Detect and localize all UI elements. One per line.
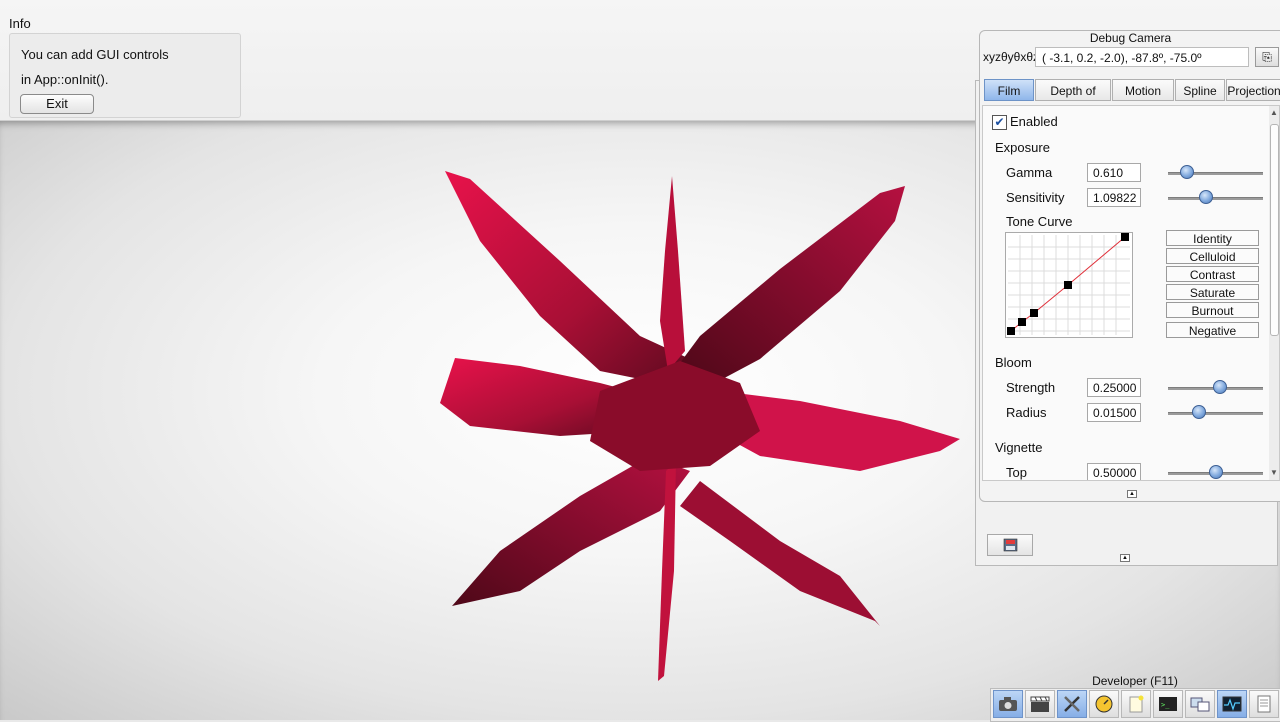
svg-text:>_: >_ bbox=[1161, 701, 1170, 709]
tab-projection[interactable]: Projection bbox=[1226, 79, 1280, 101]
tab-motion-blur[interactable]: Motion Blur bbox=[1112, 79, 1174, 120]
tab-depth-of-field[interactable]: Depth of Field bbox=[1035, 79, 1111, 120]
scene-button[interactable] bbox=[1025, 690, 1055, 718]
tone-curve-graph bbox=[1007, 233, 1130, 335]
camera-icon bbox=[999, 697, 1017, 711]
camera-button[interactable] bbox=[993, 690, 1023, 718]
preset-identity-button[interactable]: Identity bbox=[1166, 230, 1259, 246]
tools-button[interactable] bbox=[1057, 690, 1087, 718]
debug-camera-window: Debug Camera xyzθyθxθz ( -3.1, 0.2, -2.0… bbox=[979, 30, 1280, 502]
link-icon: ⎘ bbox=[1262, 50, 1272, 64]
strength-input[interactable]: 0.25000 bbox=[1087, 378, 1141, 397]
camera-link-button[interactable]: ⎘ bbox=[1255, 47, 1279, 67]
note-icon bbox=[1129, 695, 1144, 713]
sensitivity-input[interactable]: 1.09822 bbox=[1087, 188, 1141, 207]
tab-film[interactable]: Film bbox=[984, 79, 1034, 101]
preset-negative-button[interactable]: Negative bbox=[1166, 322, 1259, 338]
top-slider-thumb[interactable] bbox=[1208, 465, 1223, 479]
strength-slider-thumb[interactable] bbox=[1213, 380, 1228, 394]
gamma-label: Gamma bbox=[1006, 165, 1053, 180]
tools-icon bbox=[1064, 696, 1080, 712]
scroll-down-icon[interactable]: ▼ bbox=[1270, 468, 1278, 477]
top-input[interactable]: 0.50000 bbox=[1087, 463, 1141, 480]
debug-camera-title: Debug Camera bbox=[1089, 31, 1172, 45]
collapse-toggle-bottom[interactable]: ▲ bbox=[1120, 554, 1130, 562]
camera-tabs: Film Depth of Field Motion Blur Spline P… bbox=[984, 79, 1280, 120]
floppy-icon bbox=[1003, 538, 1018, 552]
scroll-up-icon[interactable]: ▲ bbox=[1270, 108, 1278, 117]
preset-contrast-button[interactable]: Contrast bbox=[1166, 266, 1259, 282]
sensitivity-slider-track[interactable] bbox=[1168, 197, 1263, 200]
exposure-heading: Exposure bbox=[995, 140, 1050, 155]
profiler-button[interactable] bbox=[1217, 690, 1247, 718]
film-panel: ✔ Enabled Exposure Gamma 0.610 Sensitivi… bbox=[982, 105, 1280, 481]
info-pane: You can add GUI controls in App::onInit(… bbox=[9, 33, 241, 118]
developer-title: Developer (F11) bbox=[1092, 674, 1178, 688]
radius-slider-track[interactable] bbox=[1168, 412, 1263, 415]
document-button[interactable] bbox=[1249, 690, 1279, 718]
bloom-heading: Bloom bbox=[995, 355, 1032, 370]
preset-celluloid-button[interactable]: Celluloid bbox=[1166, 248, 1259, 264]
enabled-label: Enabled bbox=[1010, 114, 1058, 129]
save-button[interactable] bbox=[987, 534, 1033, 556]
gamma-input[interactable]: 0.610 bbox=[1087, 163, 1141, 182]
exit-button[interactable]: Exit bbox=[20, 94, 94, 114]
preset-saturate-button[interactable]: Saturate bbox=[1166, 284, 1259, 300]
sensitivity-label: Sensitivity bbox=[1006, 190, 1065, 205]
scrollbar-thumb[interactable] bbox=[1270, 124, 1279, 336]
camera-coord-field[interactable]: ( -3.1, 0.2, -2.0), -87.8º, -75.0º bbox=[1035, 47, 1249, 67]
terminal-icon: >_ bbox=[1159, 697, 1177, 711]
profiler-icon bbox=[1222, 696, 1242, 712]
tone-curve-editor[interactable] bbox=[1005, 232, 1133, 338]
tab-spline[interactable]: Spline bbox=[1175, 79, 1225, 101]
vignette-heading: Vignette bbox=[995, 440, 1043, 455]
info-text-line2: in App::onInit(). bbox=[21, 72, 109, 87]
radius-input[interactable]: 0.01500 bbox=[1087, 403, 1141, 422]
speed-button[interactable] bbox=[1089, 690, 1119, 718]
info-text-line1: You can add GUI controls bbox=[21, 47, 169, 62]
windows-icon bbox=[1190, 697, 1210, 712]
strength-label: Strength bbox=[1006, 380, 1056, 395]
radius-label: Radius bbox=[1006, 405, 1047, 420]
panel-scrollbar[interactable]: ▲ ▼ bbox=[1269, 106, 1279, 480]
note-button[interactable] bbox=[1121, 690, 1151, 718]
enabled-checkbox[interactable]: ✔ bbox=[992, 115, 1007, 130]
sensitivity-slider-thumb[interactable] bbox=[1199, 190, 1213, 204]
info-title: Info bbox=[9, 16, 31, 31]
document-icon bbox=[1257, 695, 1271, 713]
speedometer-icon bbox=[1095, 695, 1113, 713]
collapse-toggle[interactable]: ▲ bbox=[1127, 490, 1137, 498]
top-label: Top bbox=[1006, 465, 1027, 480]
windows-button[interactable] bbox=[1185, 690, 1215, 718]
tone-curve-label: Tone Curve bbox=[1006, 214, 1073, 229]
clapperboard-icon bbox=[1030, 696, 1050, 712]
developer-toolbar: >_ bbox=[990, 688, 1280, 722]
console-button[interactable]: >_ bbox=[1153, 690, 1183, 718]
preset-burnout-button[interactable]: Burnout bbox=[1166, 302, 1259, 318]
radius-slider-thumb[interactable] bbox=[1192, 405, 1207, 419]
camera-coord-label: xyzθyθxθz bbox=[983, 50, 1040, 64]
gamma-slider-thumb[interactable] bbox=[1180, 165, 1194, 179]
